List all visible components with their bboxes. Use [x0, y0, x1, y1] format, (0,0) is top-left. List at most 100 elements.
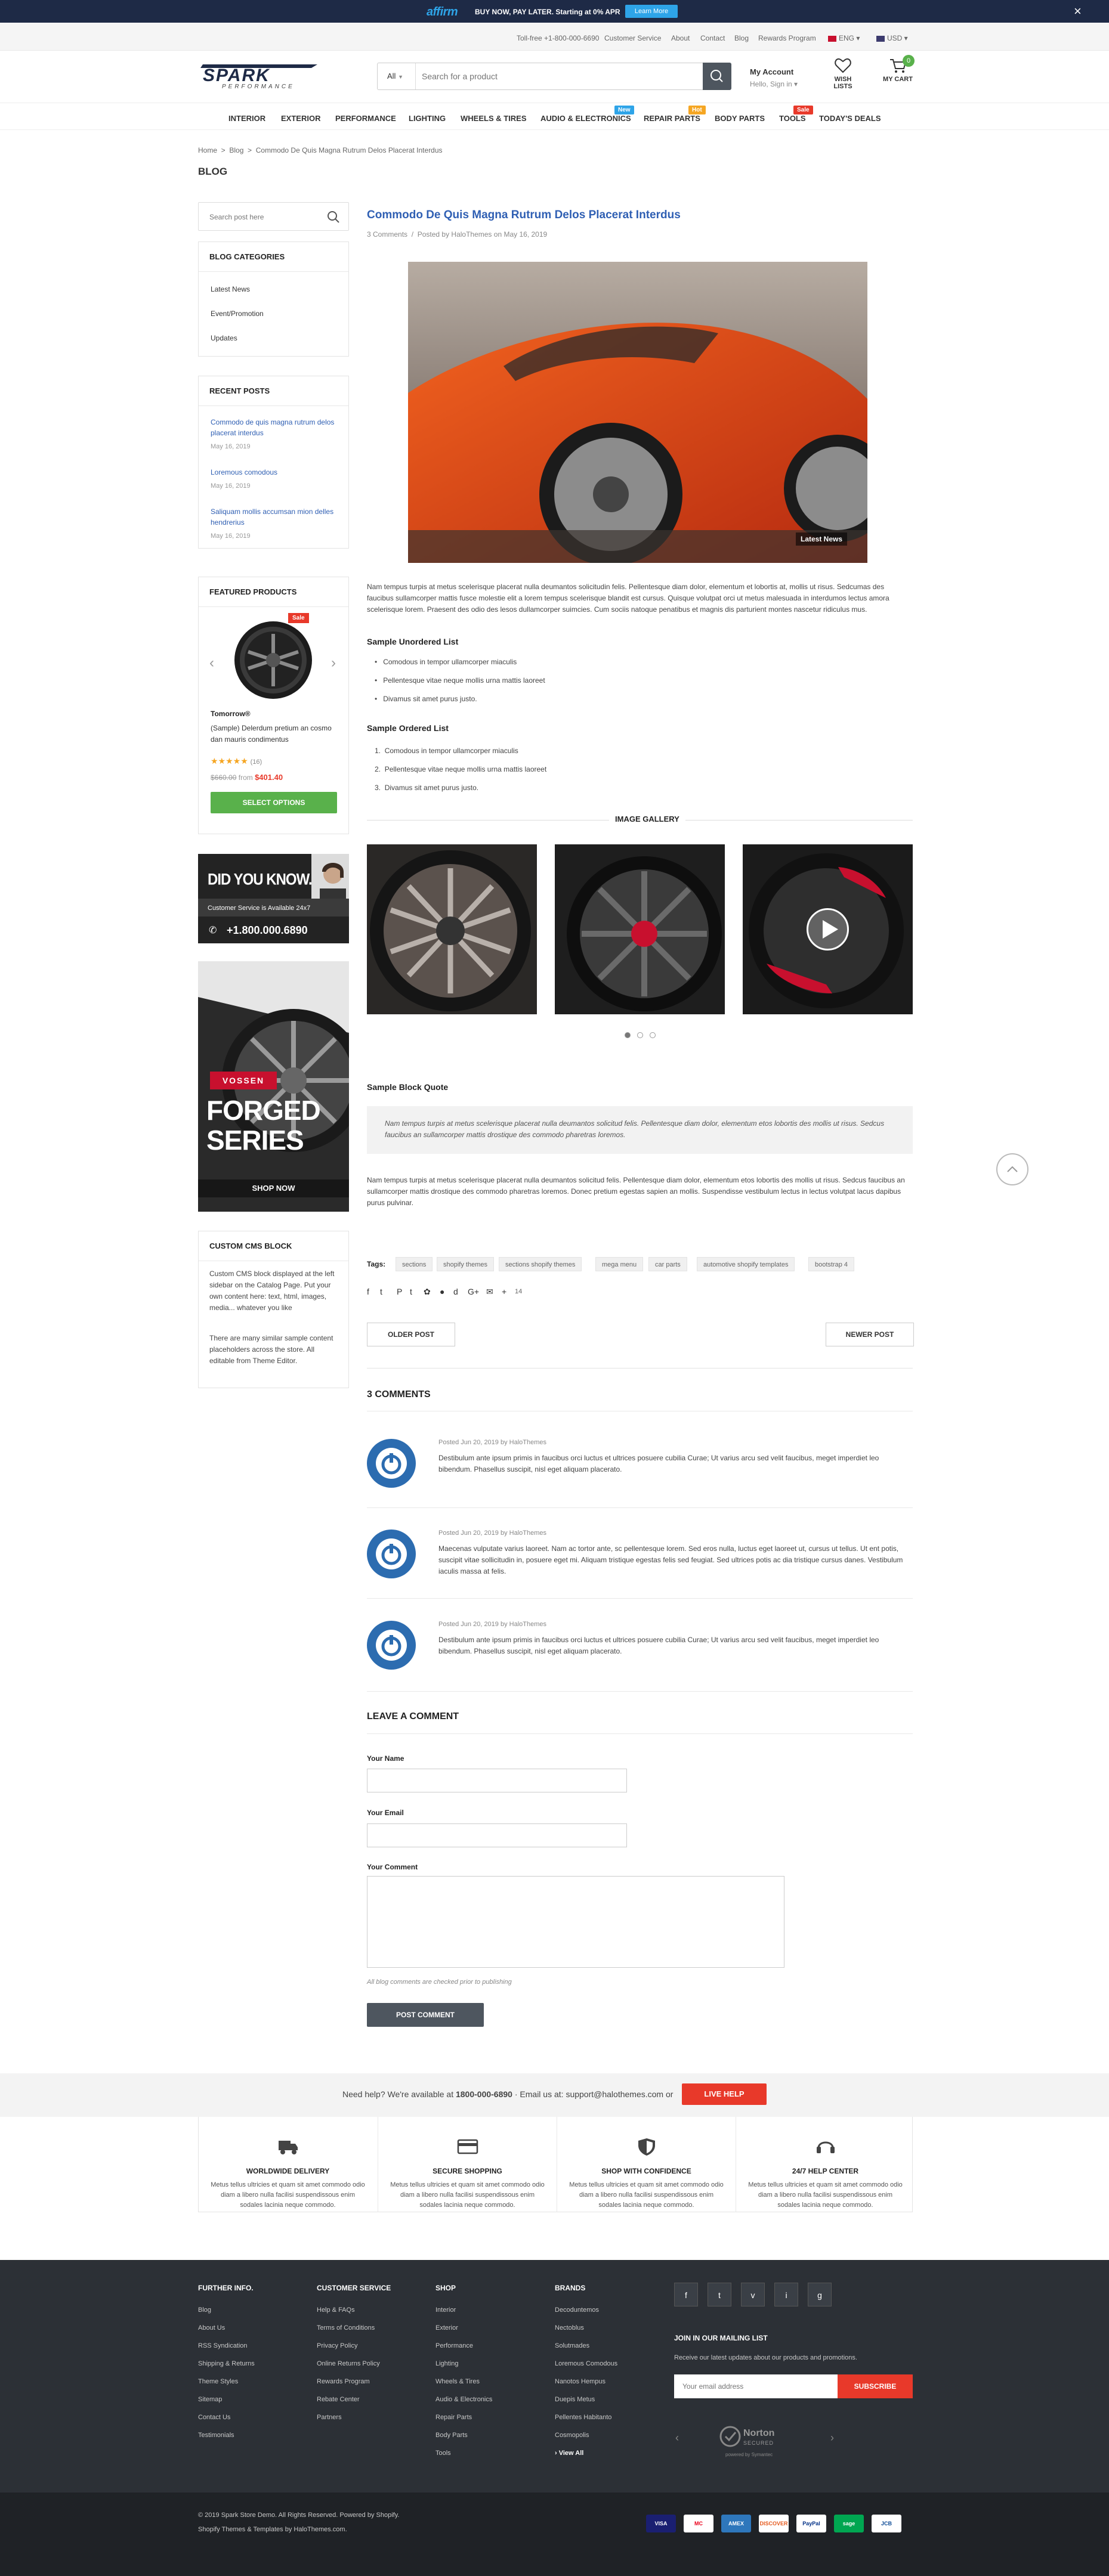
footer-link[interactable]: Partners: [317, 2414, 342, 2421]
twitter-icon[interactable]: t: [708, 2283, 731, 2306]
google-plus-icon[interactable]: g: [808, 2283, 832, 2306]
footer-link[interactable]: Shipping & Returns: [198, 2360, 255, 2367]
product-name[interactable]: (Sample) Delerdum pretium an cosmo dan m…: [211, 723, 342, 745]
search-input[interactable]: [422, 63, 684, 89]
scroll-to-top-button[interactable]: [996, 1153, 1028, 1185]
footer-link[interactable]: Nectoblus: [555, 2324, 584, 2332]
select-options-button[interactable]: SELECT OPTIONS: [211, 792, 337, 813]
footer-link[interactable]: Audio & Electronics: [435, 2396, 492, 2403]
currency-selector[interactable]: USD ▾: [876, 34, 908, 42]
link-customer-service[interactable]: Customer Service: [604, 34, 661, 42]
nav-wheels-tires[interactable]: WHEELS & TIRES: [461, 114, 527, 123]
category-updates[interactable]: Updates: [211, 334, 237, 342]
footer-link[interactable]: Tools: [435, 2450, 451, 2457]
chevron-left-icon[interactable]: ‹: [209, 655, 214, 671]
nav-interior[interactable]: INTERIOR: [228, 114, 265, 123]
footer-link[interactable]: Nanotos Hempus: [555, 2378, 606, 2385]
tag-link[interactable]: mega menu: [595, 1257, 644, 1271]
older-post-button[interactable]: OLDER POST: [367, 1323, 455, 1346]
footer-link[interactable]: Rebate Center: [317, 2396, 360, 2403]
google-plus-icon[interactable]: G+: [468, 1287, 479, 1296]
footer-link[interactable]: Decoduntemos: [555, 2306, 599, 2314]
footer-link[interactable]: RSS Syndication: [198, 2342, 248, 2349]
carousel-dot[interactable]: [625, 1032, 631, 1038]
help-phone[interactable]: 1800-000-6890: [456, 2089, 512, 2099]
footer-link[interactable]: Solutmades: [555, 2342, 589, 2349]
search-category-select[interactable]: All ▼: [378, 63, 416, 89]
comment-textarea[interactable]: [367, 1876, 784, 1968]
footer-link[interactable]: Interior: [435, 2306, 456, 2314]
shop-now-button[interactable]: SHOP NOW: [198, 1179, 349, 1197]
footer-link[interactable]: Testimonials: [198, 2432, 234, 2439]
footer-link[interactable]: Theme Styles: [198, 2378, 238, 2385]
close-icon[interactable]: ×: [1074, 4, 1082, 19]
instagram-icon[interactable]: i: [774, 2283, 798, 2306]
link-about[interactable]: About: [671, 34, 690, 42]
breadcrumb-home[interactable]: Home: [198, 146, 217, 154]
theme-credit[interactable]: Shopify Themes & Templates by HaloThemes…: [198, 2526, 347, 2533]
link-contact[interactable]: Contact: [700, 34, 725, 42]
wishlist-button[interactable]: WISH LISTS: [825, 57, 861, 90]
footer-link[interactable]: About Us: [198, 2324, 225, 2332]
footer-link[interactable]: Terms of Conditions: [317, 2324, 375, 2332]
nav-performance[interactable]: PERFORMANCE: [335, 114, 396, 123]
chevron-right-icon[interactable]: ›: [830, 2432, 834, 2444]
tag-link[interactable]: car parts: [648, 1257, 687, 1271]
pinterest-icon[interactable]: P: [397, 1287, 402, 1296]
tag-link[interactable]: automotive shopify templates: [697, 1257, 795, 1271]
tumblr-icon[interactable]: t: [410, 1287, 412, 1296]
twitter-icon[interactable]: t: [380, 1287, 382, 1296]
footer-link[interactable]: Privacy Policy: [317, 2342, 357, 2349]
breadcrumb-blog[interactable]: Blog: [229, 146, 243, 154]
footer-link[interactable]: Rewards Program: [317, 2378, 370, 2385]
category-event-promotion[interactable]: Event/Promotion: [211, 309, 264, 318]
nav-body-parts[interactable]: BODY PARTS: [715, 114, 765, 123]
newsletter-email-input[interactable]: [674, 2374, 838, 2398]
stumble-icon[interactable]: ✿: [424, 1287, 431, 1297]
footer-link[interactable]: Body Parts: [435, 2432, 468, 2439]
footer-link[interactable]: Help & FAQs: [317, 2306, 355, 2314]
carousel-dot[interactable]: [637, 1032, 643, 1038]
recent-post-title[interactable]: Commodo de quis magna rutrum delos place…: [211, 417, 336, 438]
account-menu[interactable]: My Account Hello, Sign in ▾: [750, 67, 798, 88]
footer-link[interactable]: Repair Parts: [435, 2414, 472, 2421]
plus-icon[interactable]: +: [502, 1287, 506, 1296]
link-rewards[interactable]: Rewards Program: [758, 34, 816, 42]
play-icon[interactable]: [805, 907, 850, 952]
gallery-image[interactable]: [555, 844, 725, 1014]
recent-post-title[interactable]: Saliquam mollis accumsan mion delles hen…: [211, 506, 336, 528]
footer-link[interactable]: Online Returns Policy: [317, 2360, 380, 2367]
carousel-dot[interactable]: [650, 1032, 656, 1038]
live-help-button[interactable]: LIVE HELP: [682, 2083, 767, 2105]
nav-repair-parts[interactable]: REPAIR PARTS: [644, 114, 700, 123]
view-all-link[interactable]: › View All: [555, 2450, 583, 2457]
search-icon[interactable]: [326, 210, 341, 224]
facebook-icon[interactable]: f: [367, 1287, 369, 1296]
tag-link[interactable]: shopify themes: [437, 1257, 494, 1271]
nav-exterior[interactable]: EXTERIOR: [281, 114, 320, 123]
gallery-video[interactable]: [743, 844, 913, 1014]
email-field[interactable]: [367, 1823, 627, 1847]
footer-link[interactable]: Sitemap: [198, 2396, 222, 2403]
reddit-icon[interactable]: ●: [440, 1287, 444, 1296]
nav-audio-electronics[interactable]: AUDIO & ELECTRONICS: [540, 114, 631, 123]
name-field[interactable]: [367, 1769, 627, 1792]
tag-link[interactable]: bootstrap 4: [808, 1257, 855, 1271]
chevron-right-icon[interactable]: ›: [331, 655, 336, 671]
nav-todays-deals[interactable]: TODAY'S DEALS: [819, 114, 881, 123]
chevron-left-icon[interactable]: ‹: [675, 2432, 679, 2444]
recent-post-title[interactable]: Loremous comodous: [211, 467, 336, 478]
footer-link[interactable]: Performance: [435, 2342, 473, 2349]
footer-link[interactable]: Blog: [198, 2306, 211, 2314]
tag-link[interactable]: sections shopify themes: [499, 1257, 582, 1271]
footer-link[interactable]: Wheels & Tires: [435, 2378, 480, 2385]
footer-link[interactable]: Exterior: [435, 2324, 458, 2332]
digg-icon[interactable]: d: [453, 1287, 458, 1296]
nav-lighting[interactable]: LIGHTING: [409, 114, 446, 123]
comments-link[interactable]: 3 Comments: [367, 230, 407, 239]
link-blog[interactable]: Blog: [734, 34, 749, 42]
footer-link[interactable]: Lighting: [435, 2360, 459, 2367]
site-logo[interactable]: SPARK PERFORMANCE: [198, 62, 323, 90]
gallery-image[interactable]: [367, 844, 537, 1014]
category-latest-news[interactable]: Latest News: [211, 285, 250, 293]
